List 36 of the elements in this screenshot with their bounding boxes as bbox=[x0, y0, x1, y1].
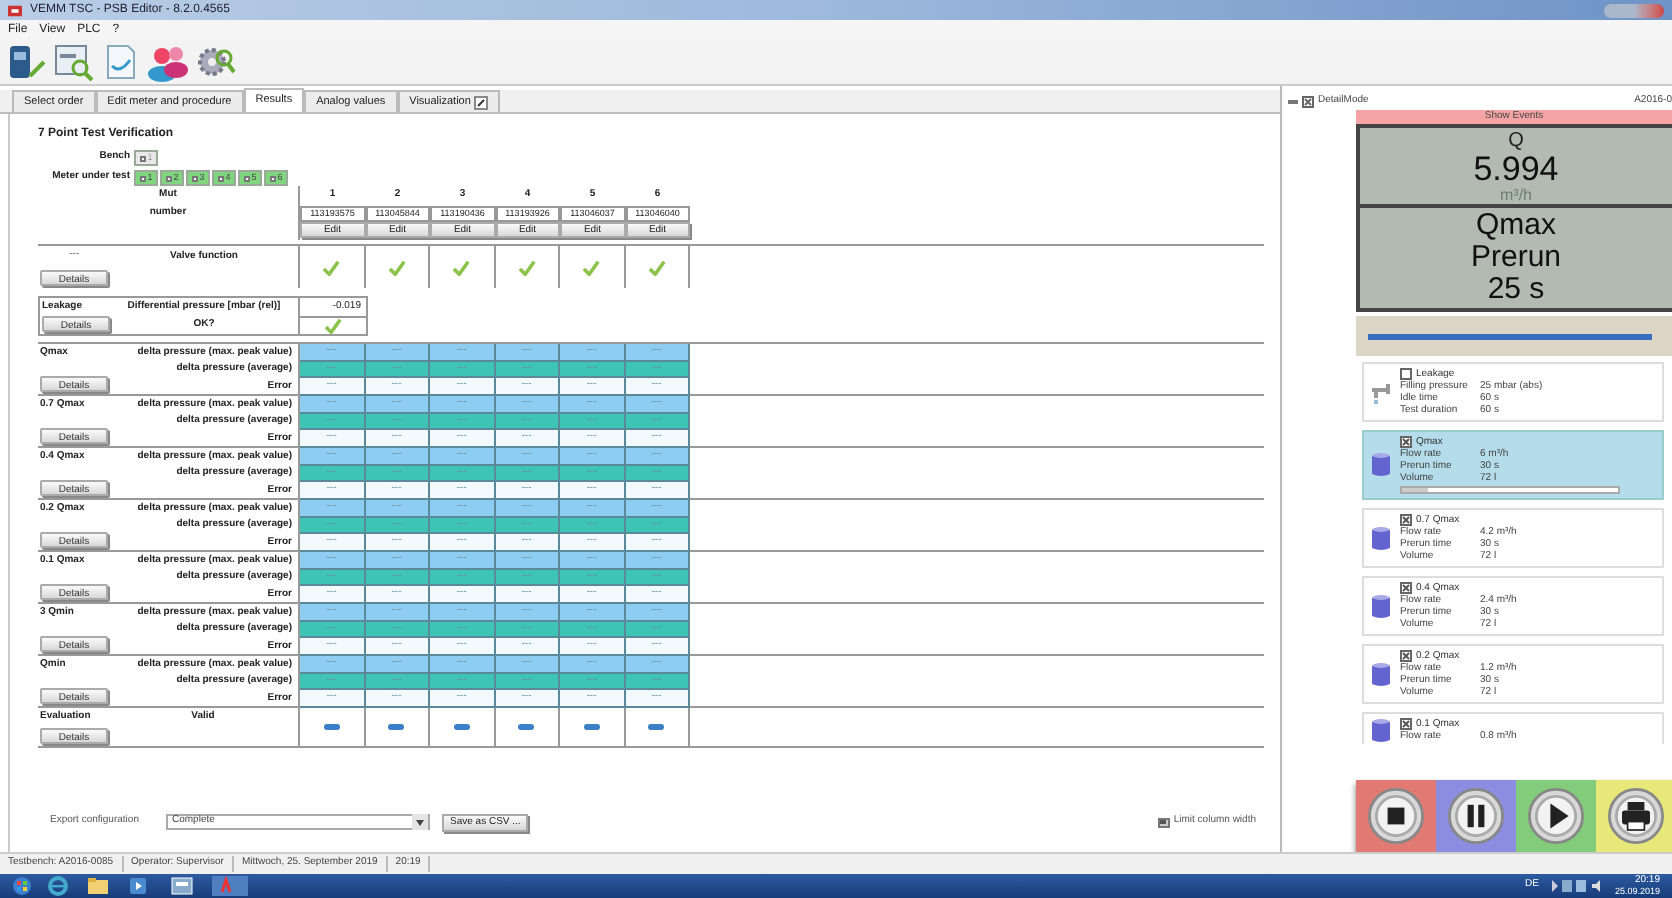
checkbox-icon[interactable] bbox=[1302, 95, 1314, 107]
time-label: 25 s bbox=[1487, 274, 1545, 306]
beaker-icon bbox=[1370, 718, 1392, 744]
beaker-icon bbox=[1370, 661, 1392, 687]
phase-label: Prerun bbox=[1470, 242, 1562, 274]
quantity-label: Q bbox=[1508, 129, 1524, 151]
play-button[interactable] bbox=[1528, 788, 1584, 844]
start-button[interactable] bbox=[12, 876, 32, 896]
app-icon bbox=[8, 3, 22, 17]
beaker-icon bbox=[1370, 593, 1392, 619]
dropdown-arrow-icon[interactable] bbox=[412, 814, 428, 830]
pen-icon bbox=[474, 95, 489, 109]
checkbox-icon[interactable] bbox=[1400, 436, 1412, 448]
tray-icons[interactable] bbox=[1550, 876, 1603, 896]
checkbox-icon[interactable] bbox=[1400, 514, 1412, 526]
unit-label: m³/h bbox=[1500, 185, 1532, 203]
step-label: Qmax bbox=[1475, 210, 1556, 242]
pause-button[interactable] bbox=[1448, 788, 1504, 844]
folder-icon[interactable] bbox=[84, 876, 112, 896]
checkbox-icon[interactable] bbox=[1400, 368, 1412, 380]
gear-search-icon[interactable] bbox=[196, 42, 236, 82]
beaker-icon bbox=[1370, 452, 1392, 478]
media-player-icon[interactable] bbox=[124, 876, 152, 896]
meter-device-icon[interactable] bbox=[8, 42, 48, 82]
beaker-icon bbox=[1370, 525, 1392, 551]
checkbox-icon[interactable] bbox=[1400, 582, 1412, 594]
faucet-icon bbox=[1370, 380, 1392, 404]
browser-icon[interactable] bbox=[44, 876, 72, 896]
window-search-icon[interactable] bbox=[54, 42, 94, 82]
checkbox-icon[interactable] bbox=[1400, 718, 1412, 730]
stop-button[interactable] bbox=[1368, 788, 1424, 844]
checkbox-icon[interactable] bbox=[1400, 650, 1412, 662]
measurement-value: 5.994 bbox=[1473, 151, 1559, 185]
print-button[interactable] bbox=[1608, 788, 1664, 844]
checkbox[interactable] bbox=[1157, 817, 1170, 827]
people-icon[interactable] bbox=[146, 42, 190, 82]
